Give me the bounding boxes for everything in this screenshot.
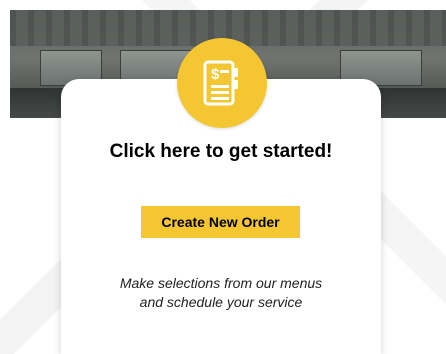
card-title: Click here to get started!: [109, 141, 333, 162]
order-menu-icon: $: [203, 60, 238, 106]
subtitle-line-1: Make selections from our menus: [119, 275, 323, 291]
card-subtitle: Make selections from our menus and sched…: [61, 274, 381, 312]
subtitle-line-2: and schedule your service: [139, 294, 303, 310]
create-new-order-button[interactable]: Create New Order: [141, 206, 300, 238]
order-menu-icon-badge: $: [177, 38, 267, 128]
dollar-glyph: $: [211, 66, 220, 83]
